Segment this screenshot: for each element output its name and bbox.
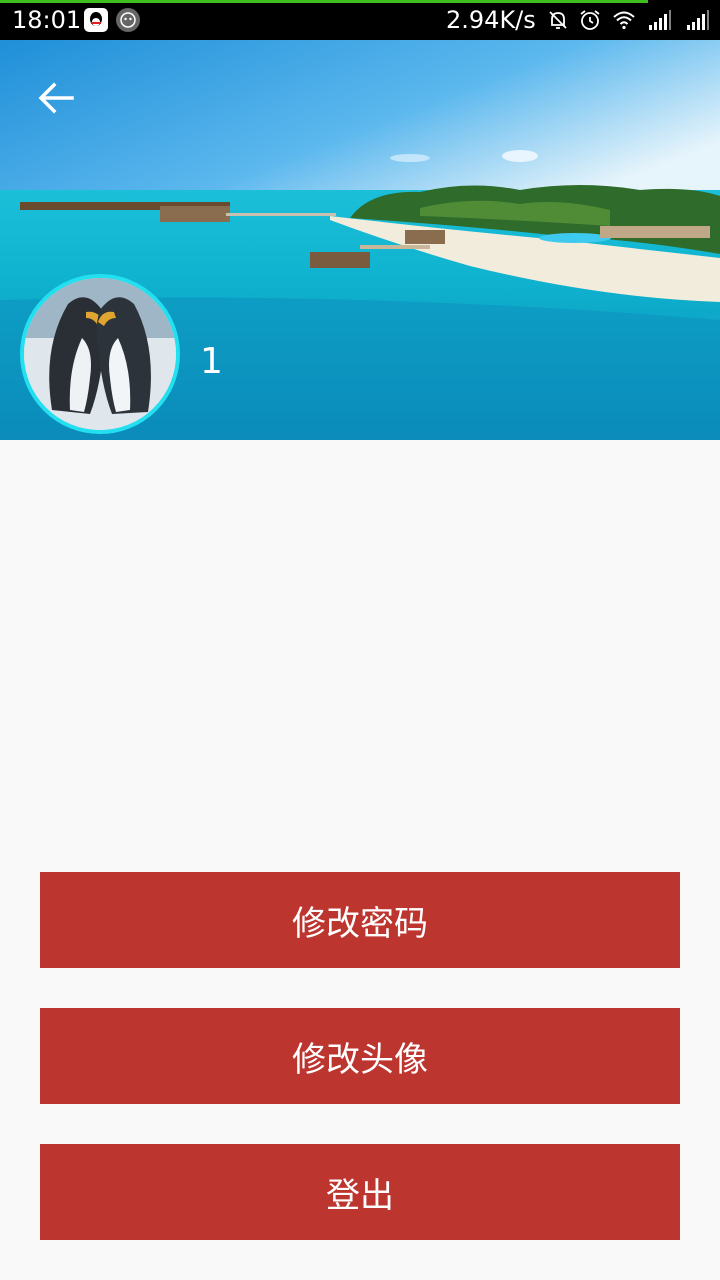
change-password-button[interactable]: 修改密码 (40, 872, 680, 968)
arrow-left-icon (38, 82, 74, 114)
change-password-label: 修改密码 (292, 903, 428, 944)
username: 1 (200, 341, 223, 382)
change-avatar-button[interactable]: 修改头像 (40, 1008, 680, 1104)
network-speed: 2.94K/s (446, 6, 536, 34)
profile-header: 1 (0, 40, 720, 440)
status-time: 18:01 (12, 6, 82, 34)
load-progress-bar (0, 0, 648, 3)
status-bar: 18:01 2.94K/s (0, 0, 720, 40)
mute-bell-icon (546, 8, 570, 32)
back-button[interactable] (28, 76, 84, 120)
alarm-icon (578, 8, 602, 32)
signal-icon-2 (686, 8, 710, 32)
wifi-icon (612, 8, 636, 32)
logout-button[interactable]: 登出 (40, 1144, 680, 1240)
qq-icon (84, 8, 108, 32)
change-avatar-label: 修改头像 (292, 1039, 428, 1080)
avatar[interactable] (20, 274, 180, 434)
logout-label: 登出 (326, 1175, 394, 1216)
penguins-avatar-image (24, 278, 176, 430)
signal-icon (648, 8, 672, 32)
app-badge-icon (116, 8, 140, 32)
